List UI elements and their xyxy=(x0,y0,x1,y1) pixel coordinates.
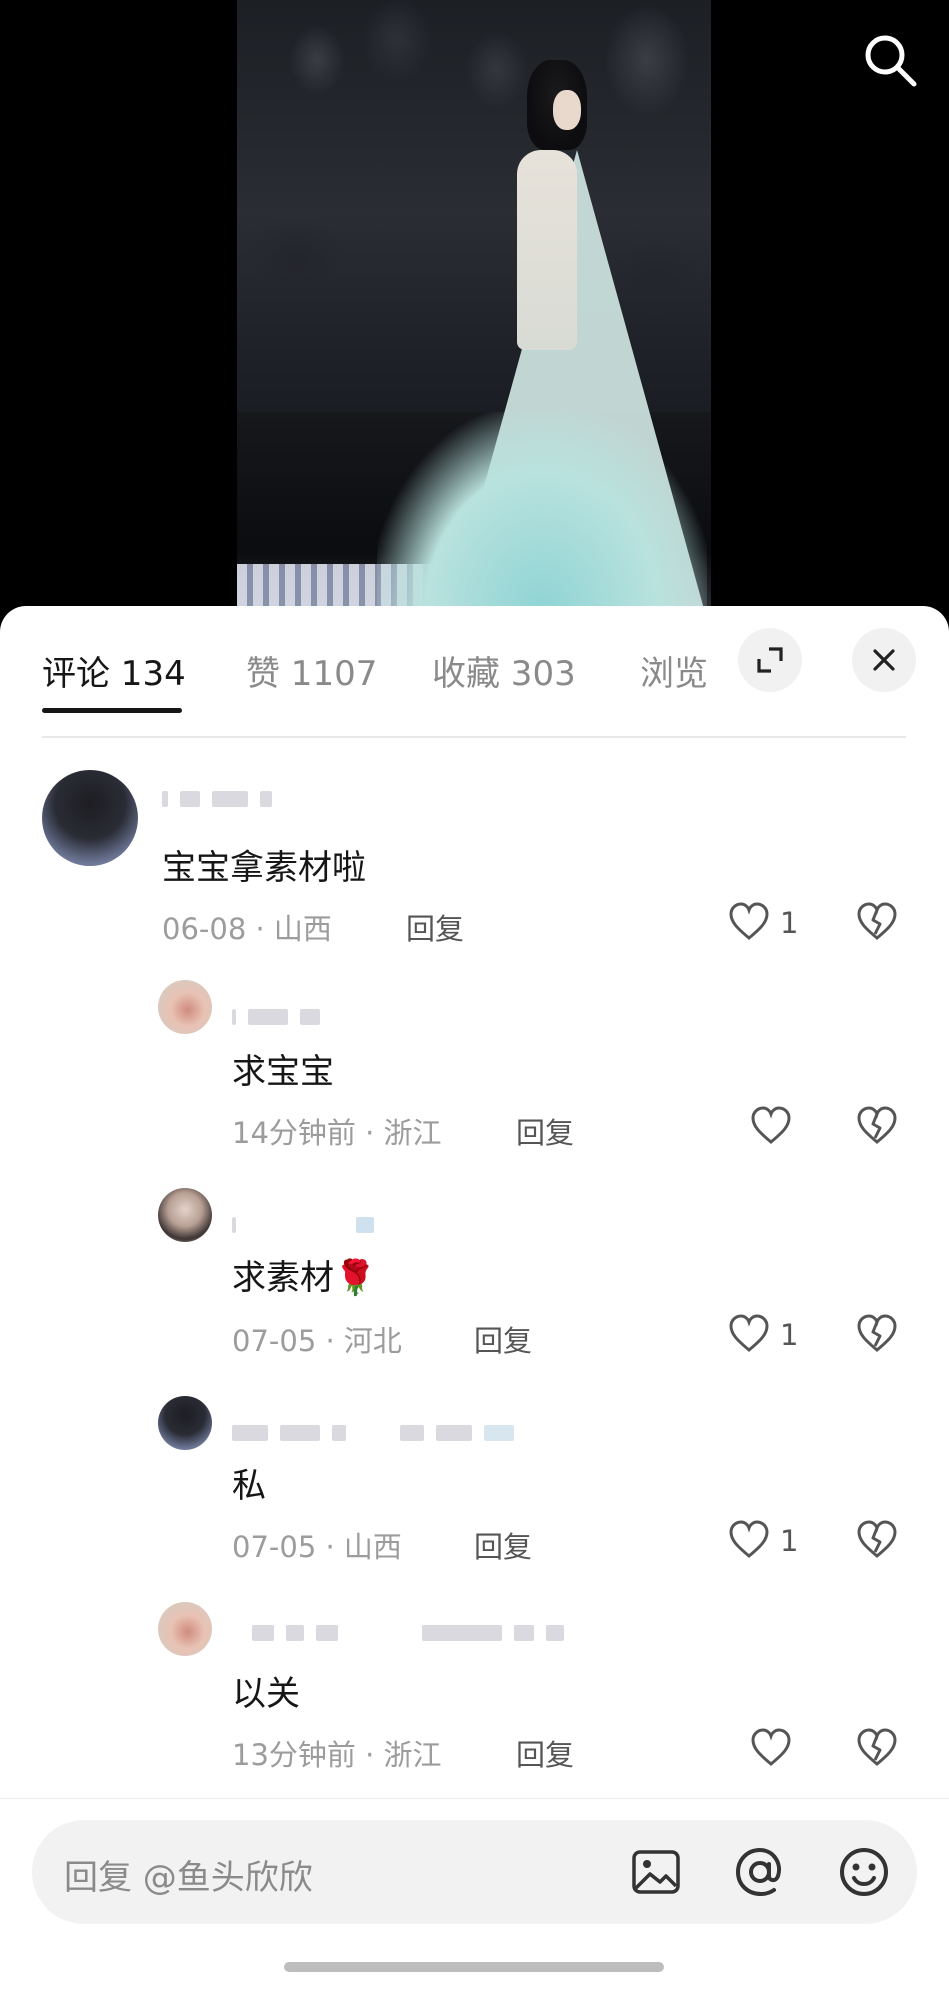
avatar[interactable] xyxy=(158,1602,212,1656)
broken-heart-icon[interactable] xyxy=(855,1518,899,1562)
video-dress-hem xyxy=(377,412,707,612)
video-face xyxy=(553,90,581,130)
reply-item: 私 07-05 · 山西 回复 1 xyxy=(0,1396,949,1576)
tab-divider xyxy=(42,736,906,738)
avatar[interactable] xyxy=(42,770,138,866)
like-count: 1 xyxy=(780,1318,799,1352)
close-button[interactable] xyxy=(852,628,916,692)
reply-button[interactable]: 回复 xyxy=(474,1524,532,1566)
expand-button[interactable] xyxy=(738,628,802,692)
reply-button[interactable]: 回复 xyxy=(516,1732,574,1774)
comment-item: 宝宝拿素材啦 06-08 · 山西 回复 1 xyxy=(0,770,949,950)
at-icon[interactable] xyxy=(732,1844,788,1900)
nickname-masked[interactable] xyxy=(232,1424,514,1442)
video-frame[interactable] xyxy=(237,0,711,612)
reply-button[interactable]: 回复 xyxy=(406,906,464,948)
tab-likes[interactable]: 赞 1107 xyxy=(246,646,377,695)
heart-outline-icon[interactable] xyxy=(749,1726,793,1770)
heart-outline-icon[interactable] xyxy=(727,1518,771,1562)
reply-input-placeholder: 回复 @鱼头欣欣 xyxy=(64,1858,313,1898)
home-indicator xyxy=(284,1962,664,1972)
avatar[interactable] xyxy=(158,1396,212,1450)
nickname-masked[interactable] xyxy=(162,790,272,808)
emoji-icon[interactable] xyxy=(836,1844,892,1900)
comment-meta: 13分钟前 · 浙江 xyxy=(232,1738,442,1772)
close-icon xyxy=(873,649,895,671)
comment-text: 以关 xyxy=(232,1674,300,1714)
heart-outline-icon[interactable] xyxy=(727,1312,771,1356)
search-icon[interactable] xyxy=(860,30,920,90)
comment-text: 求宝宝 xyxy=(232,1052,334,1092)
like-count: 1 xyxy=(780,1524,799,1558)
nickname-masked[interactable] xyxy=(252,1624,564,1642)
avatar[interactable] xyxy=(158,980,212,1034)
expand-icon xyxy=(757,647,783,673)
tab-favorites[interactable]: 收藏 303 xyxy=(432,646,576,695)
comment-meta: 07-05 · 山西 xyxy=(232,1530,402,1564)
comment-text: 求素材🌹 xyxy=(232,1258,377,1298)
footer-divider xyxy=(0,1798,949,1799)
reply-item: 以关 13分钟前 · 浙江 回复 xyxy=(0,1602,949,1782)
image-icon[interactable] xyxy=(628,1844,684,1900)
comment-meta: 06-08 · 山西 xyxy=(162,912,332,946)
broken-heart-icon[interactable] xyxy=(855,1104,899,1148)
comment-meta: 14分钟前 · 浙江 xyxy=(232,1116,442,1150)
tab-comments[interactable]: 评论 134 xyxy=(42,646,186,695)
reply-item: 求宝宝 14分钟前 · 浙江 回复 xyxy=(0,980,949,1160)
reply-input[interactable]: 回复 @鱼头欣欣 xyxy=(32,1820,917,1924)
broken-heart-icon[interactable] xyxy=(855,1312,899,1356)
comment-text: 私 xyxy=(232,1466,266,1506)
video-dress-top xyxy=(517,150,577,350)
broken-heart-icon[interactable] xyxy=(855,900,899,944)
video-player[interactable] xyxy=(0,0,949,612)
avatar[interactable] xyxy=(158,1188,212,1242)
like-count: 1 xyxy=(780,906,799,940)
tab-bar: 评论 134 赞 1107 收藏 303 浏览 xyxy=(0,606,949,714)
heart-outline-icon[interactable] xyxy=(727,900,771,944)
heart-outline-icon[interactable] xyxy=(749,1104,793,1148)
reply-button[interactable]: 回复 xyxy=(474,1318,532,1360)
nickname-masked[interactable] xyxy=(232,1008,320,1026)
comment-meta: 07-05 · 河北 xyxy=(232,1324,402,1358)
reply-item: 求素材🌹 07-05 · 河北 回复 1 xyxy=(0,1188,949,1368)
broken-heart-icon[interactable] xyxy=(855,1726,899,1770)
active-tab-indicator xyxy=(42,708,182,713)
reply-button[interactable]: 回复 xyxy=(516,1110,574,1152)
tab-views[interactable]: 浏览 xyxy=(640,646,708,695)
comment-text: 宝宝拿素材啦 xyxy=(162,848,366,888)
nickname-masked[interactable] xyxy=(232,1216,374,1234)
